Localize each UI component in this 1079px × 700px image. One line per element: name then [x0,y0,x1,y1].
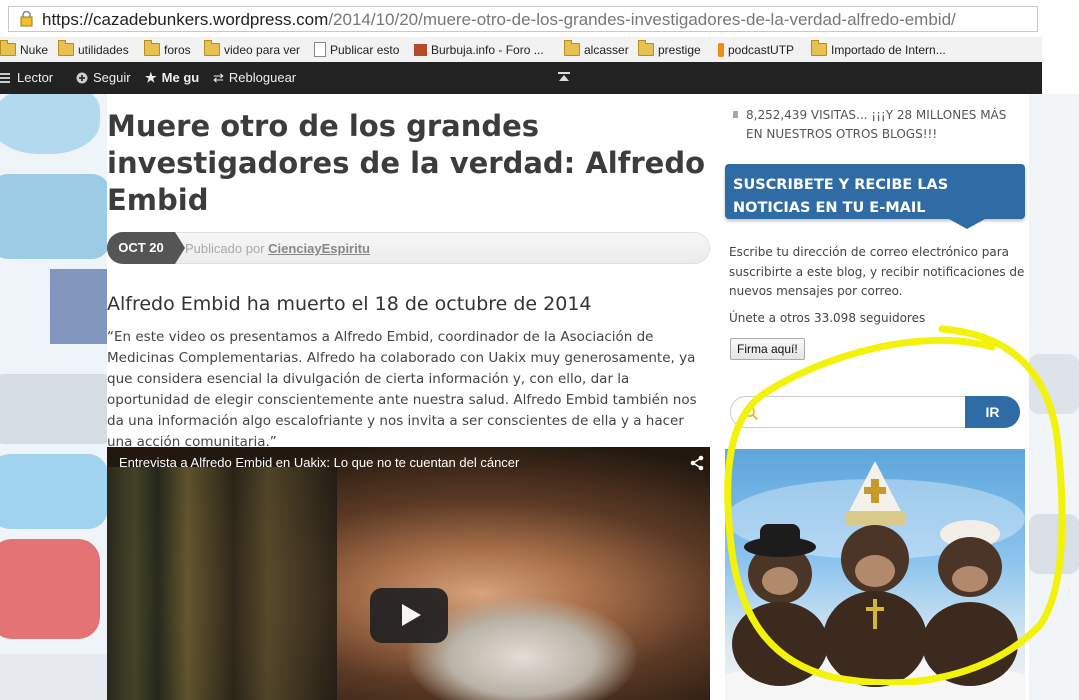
author-link[interactable]: CienciayEspiritu [268,241,370,256]
post-date-badge: OCT 20 [107,232,185,264]
twitter-bird-logo [0,94,100,154]
address-bar-area: https://cazadebunkers.wordpress.com/2014… [0,0,1042,38]
facebook-logo-fragment [50,269,107,344]
wp-admin-bar: Lector Seguir ★ Me gu ⇄ Rebloguear [0,62,1042,94]
reblog-button[interactable]: ⇄ Rebloguear [213,62,296,94]
youtube-logo-fragment [0,539,100,639]
bullet-icon [733,111,738,118]
sidebar: 8,252,439 VISITAS... ¡¡¡Y 28 MILLONES MÁ… [713,94,1029,700]
folder-icon [811,40,827,56]
bookmark-nuke[interactable]: Nuke [0,40,48,59]
bookmark-burbuja[interactable]: Burbuja.info - Foro ... [414,40,544,59]
linkedin-logo-fragment [0,374,107,444]
folder-icon [0,40,16,56]
tumblr-logo-fragment [0,174,107,259]
bookmark-foros[interactable]: foros [144,40,191,59]
three-monkeys-image[interactable] [725,449,1025,700]
subscribe-title: SUSCRIBETE Y RECIBE LAS NOTICIAS EN TU E… [733,177,949,216]
logo-fragment [1029,354,1079,414]
plus-circle-icon [76,72,88,84]
video-thumbnail-bookshelf [107,467,337,700]
bookmark-alcasser[interactable]: alcasser [564,40,629,59]
background-social-logos-right [1029,94,1079,700]
post-column: Muere otro de los grandes investigadores… [107,94,713,700]
page-icon [314,42,326,57]
subscribe-description: Escribe tu dirección de correo electróni… [729,245,1025,298]
folder-icon [638,40,654,56]
address-bar[interactable]: https://cazadebunkers.wordpress.com/2014… [8,6,1038,32]
post-title[interactable]: Muere otro de los grandes investigadores… [107,108,707,219]
video-title[interactable]: Entrevista a Alfredo Embid en Uakix: Lo … [119,455,519,470]
subscribe-widget-header: SUSCRIBETE Y RECIBE LAS NOTICIAS EN TU E… [725,164,1025,219]
post-body: “En este video os presentamos a Alfredo … [107,329,697,450]
three-monkeys-illustration [725,461,1025,700]
podcast-site-icon [718,42,724,57]
collapse-bar-icon[interactable] [558,72,570,82]
bookmark-utilidades[interactable]: utilidades [58,40,129,59]
play-button[interactable] [370,588,448,643]
folder-icon [144,40,160,56]
visits-counter: 8,252,439 VISITAS... ¡¡¡Y 28 MILLONES MÁ… [746,108,1007,141]
video-embed[interactable]: Entrevista a Alfredo Embid en Uakix: Lo … [107,447,710,700]
share-icon[interactable] [689,455,705,471]
burbuja-site-icon [414,43,427,56]
folder-icon [204,40,220,56]
star-icon: ★ [145,70,157,85]
bookmark-prestige[interactable]: prestige [638,40,701,59]
search-input[interactable] [765,401,979,425]
like-button[interactable]: ★ Me gu [145,62,199,94]
post-subtitle: Alfredo Embid ha muerto el 18 de octubre… [107,293,592,315]
followers-count: Únete a otros 33.098 seguidores [729,311,926,325]
subscribe-button[interactable]: Firma aquí! [730,338,805,360]
foursquare-logo-fragment [0,454,107,529]
bookmark-podcastutp[interactable]: podcastUTP [718,40,794,59]
folder-icon [58,40,74,56]
reblog-icon: ⇄ [213,70,224,85]
folder-icon [564,40,580,56]
url-text[interactable]: https://cazadebunkers.wordpress.com/2014… [42,10,956,30]
page-info-icon[interactable] [19,11,35,27]
post-byline: Publicado por CienciayEspiritu [185,241,370,256]
bookmarks-bar: Nuke utilidades foros video para ver Pub… [0,37,1042,63]
search-icon [744,406,759,421]
bookmark-importado[interactable]: Importado de Intern... [811,40,946,59]
logo-fragment [1029,514,1079,574]
subscribe-header-arrow [949,219,985,229]
logo-fragment [0,654,107,700]
bookmark-publicar-esto[interactable]: Publicar esto [314,40,399,59]
follow-button[interactable]: Seguir [76,62,131,94]
bookmark-video-para-ver[interactable]: video para ver [204,40,300,59]
reader-button[interactable]: Lector [0,62,53,94]
search-submit-button[interactable]: IR [965,396,1020,428]
reader-icon [0,73,10,83]
background-social-logos [0,94,107,700]
